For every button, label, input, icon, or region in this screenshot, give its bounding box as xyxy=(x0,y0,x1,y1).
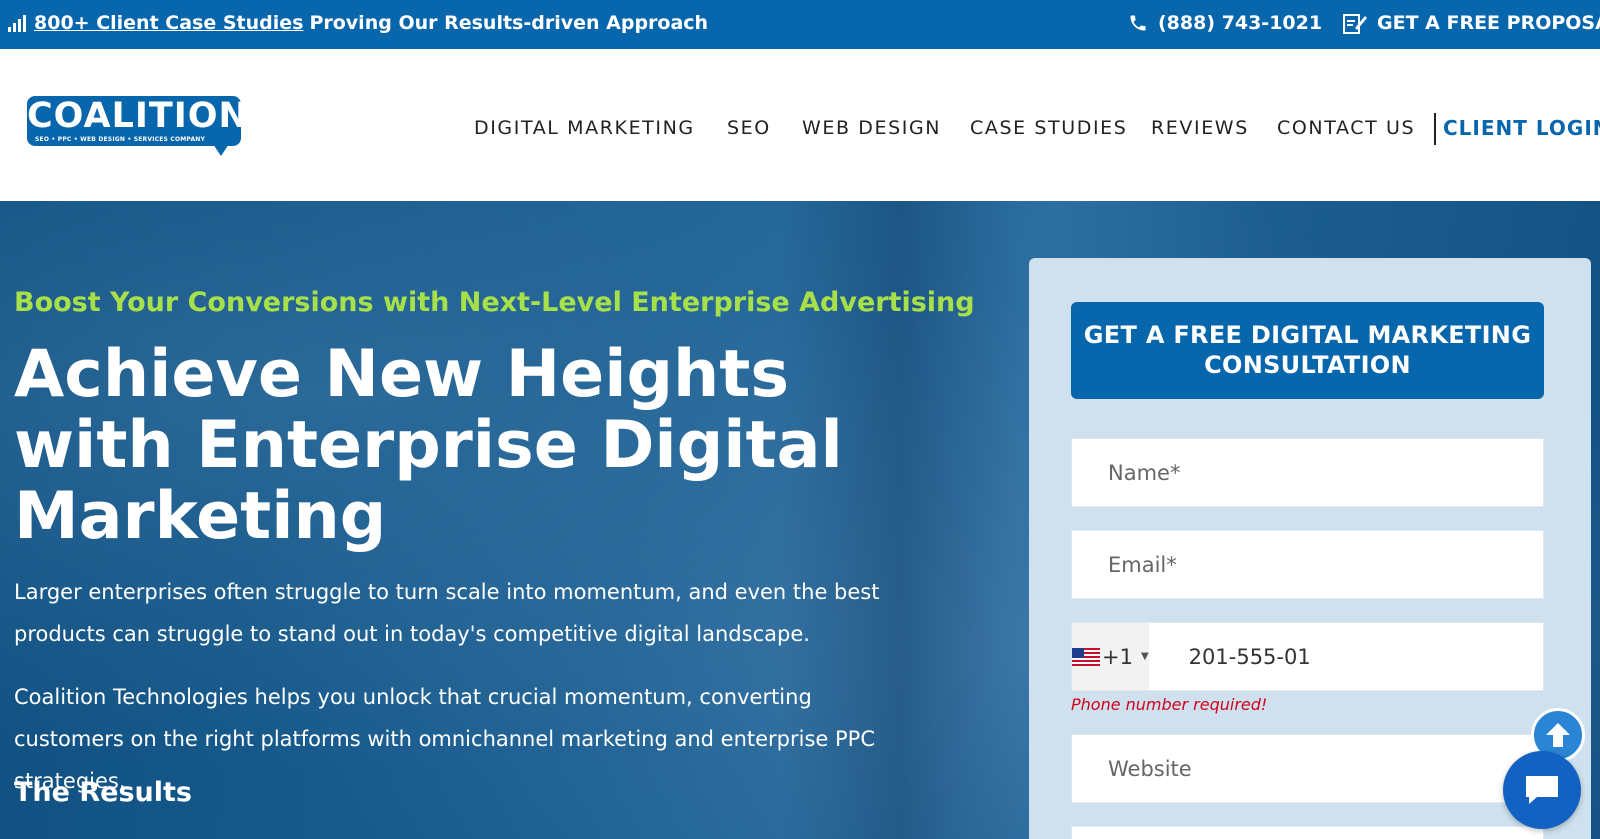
country-code-select[interactable]: +1 ▼ xyxy=(1072,623,1149,690)
promo-text: Proving Our Results-driven Approach xyxy=(309,12,709,34)
chat-button[interactable] xyxy=(1503,751,1581,829)
results-heading: The Results xyxy=(14,777,192,808)
main-nav: DIGITAL MARKETING SEO WEB DESIGN CASE ST… xyxy=(0,113,1600,145)
caret-down-icon: ▼ xyxy=(1140,651,1149,662)
form-cta-banner: GET A FREE DIGITAL MARKETING CONSULTATIO… xyxy=(1071,302,1544,399)
signal-bars-icon xyxy=(8,14,26,32)
proposal-icon xyxy=(1343,14,1367,34)
name-field-wrapper xyxy=(1071,438,1544,507)
phone-number: (888) 743-1021 xyxy=(1158,12,1323,34)
hero-title: Achieve New Heights with Enterprise Digi… xyxy=(14,337,843,554)
nav-reviews[interactable]: REVIEWS xyxy=(1151,113,1249,143)
promo-banner: 800+ Client Case Studies Proving Our Res… xyxy=(8,12,708,34)
nav-divider xyxy=(1434,113,1436,145)
name-input[interactable] xyxy=(1072,439,1543,506)
nav-web-design[interactable]: WEB DESIGN xyxy=(802,113,941,143)
free-proposal-link[interactable]: GET A FREE PROPOSAL xyxy=(1343,12,1600,34)
nav-case-studies[interactable]: CASE STUDIES xyxy=(970,113,1127,143)
client-login-link[interactable]: CLIENT LOGIN xyxy=(1443,113,1600,143)
next-field-wrapper xyxy=(1071,826,1544,839)
country-code-label: +1 xyxy=(1102,644,1133,669)
website-field-wrapper xyxy=(1071,734,1544,803)
nav-digital-marketing[interactable]: DIGITAL MARKETING xyxy=(474,113,695,143)
email-field-wrapper xyxy=(1071,530,1544,599)
consultation-form: GET A FREE DIGITAL MARKETING CONSULTATIO… xyxy=(1029,258,1591,839)
site-header: COALITION SEO • PPC • WEB DESIGN • SERVI… xyxy=(0,49,1600,201)
phone-error-message: Phone number required! xyxy=(1071,695,1268,714)
nav-contact-us[interactable]: CONTACT US xyxy=(1277,113,1415,143)
hero-paragraph-1: Larger enterprises often struggle to tur… xyxy=(14,580,880,646)
hero-section: Boost Your Conversions with Next-Level E… xyxy=(0,201,1600,839)
hero-subheading: Boost Your Conversions with Next-Level E… xyxy=(14,287,975,318)
free-proposal-label: GET A FREE PROPOSAL xyxy=(1377,12,1600,34)
arrow-up-icon xyxy=(1546,723,1570,747)
website-input[interactable] xyxy=(1072,735,1543,802)
chat-bubble-icon xyxy=(1526,776,1558,804)
nav-seo[interactable]: SEO xyxy=(727,113,771,143)
us-flag-icon xyxy=(1072,647,1100,666)
case-studies-link[interactable]: 800+ Client Case Studies xyxy=(34,12,303,34)
phone-icon xyxy=(1130,15,1146,31)
top-bar: 800+ Client Case Studies Proving Our Res… xyxy=(0,0,1600,49)
phone-input[interactable] xyxy=(1148,623,1543,690)
phone-field-wrapper: +1 ▼ xyxy=(1071,622,1544,691)
phone-link[interactable]: (888) 743-1021 xyxy=(1128,12,1322,34)
email-input[interactable] xyxy=(1072,531,1543,598)
